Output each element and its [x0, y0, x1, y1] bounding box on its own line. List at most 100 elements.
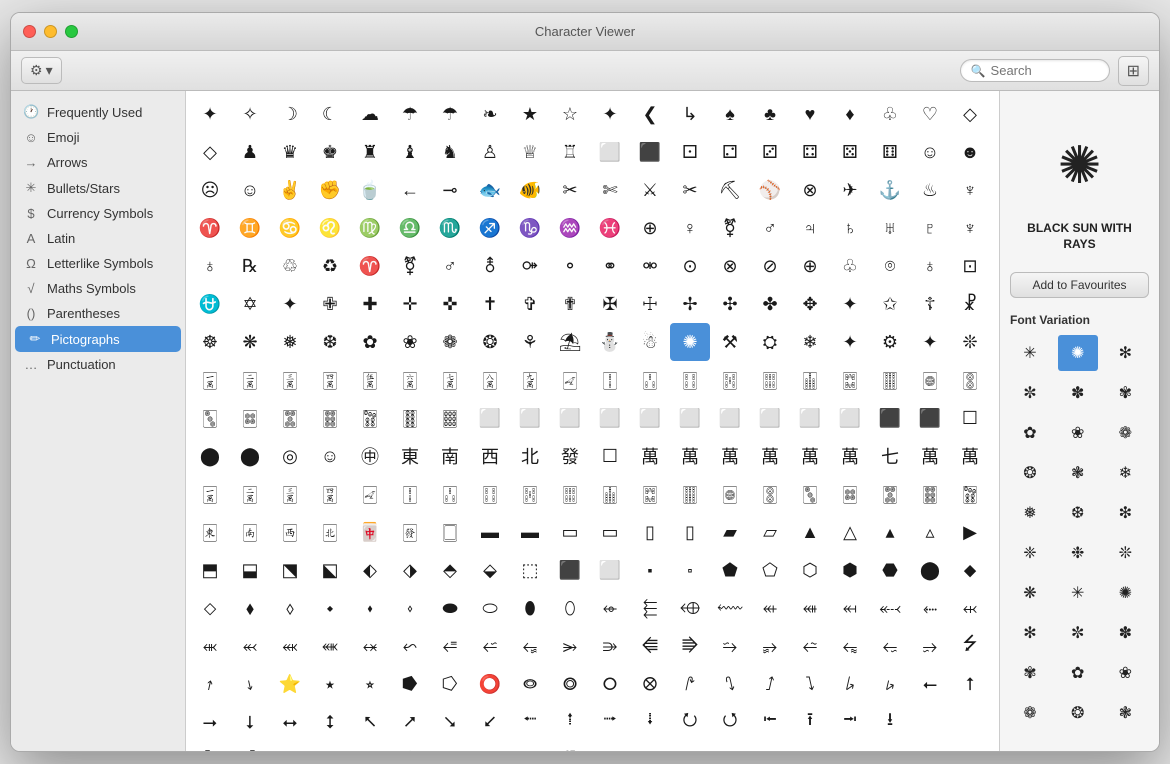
symbol-cell[interactable]: ⬔: [270, 551, 310, 589]
symbol-cell[interactable]: ▲: [790, 513, 830, 551]
symbol-cell[interactable]: ⭗: [550, 665, 590, 703]
symbol-cell[interactable]: ⭢: [190, 703, 230, 741]
symbol-cell[interactable]: ⬷: [870, 589, 910, 627]
symbol-cell[interactable]: ⬫: [390, 589, 430, 627]
symbol-cell[interactable]: ⚙: [870, 323, 910, 361]
symbol-cell[interactable]: 🀔: [710, 361, 750, 399]
font-variation-cell[interactable]: ❁: [1105, 415, 1145, 451]
symbol-cell[interactable]: ☽: [270, 95, 310, 133]
font-variation-cell[interactable]: ❇: [1105, 495, 1145, 531]
symbol-cell[interactable]: ♇: [910, 209, 950, 247]
symbol-cell[interactable]: ⭀: [430, 627, 470, 665]
symbol-cell[interactable]: 🀁: [230, 513, 270, 551]
symbol-cell[interactable]: ◇: [950, 95, 990, 133]
sidebar-item-bullets-stars[interactable]: ✳Bullets/Stars: [11, 175, 185, 201]
symbol-cell[interactable]: ✺: [670, 323, 710, 361]
font-variation-cell[interactable]: ❃: [1058, 455, 1098, 491]
symbol-cell[interactable]: ♦: [830, 95, 870, 133]
symbol-cell[interactable]: ▭: [590, 513, 630, 551]
sidebar-item-frequently-used[interactable]: 🕐Frequently Used: [11, 99, 185, 125]
symbol-cell[interactable]: 🀠: [390, 399, 430, 437]
sidebar-item-emoji[interactable]: ☺Emoji: [11, 125, 185, 150]
symbol-cell[interactable]: ⚒: [710, 323, 750, 361]
symbol-cell[interactable]: 🐠: [510, 171, 550, 209]
symbol-cell[interactable]: ⬢: [830, 551, 870, 589]
symbol-cell[interactable]: ⬼: [270, 627, 310, 665]
symbol-cell[interactable]: 北: [510, 437, 550, 475]
symbol-cell[interactable]: ♈: [190, 209, 230, 247]
symbol-cell[interactable]: ♌: [310, 209, 350, 247]
sidebar-item-letterlike-symbols[interactable]: ΩLetterlike Symbols: [11, 251, 185, 276]
symbol-cell[interactable]: ⮃: [710, 741, 750, 751]
symbol-cell[interactable]: ⬚: [510, 551, 550, 589]
symbol-cell[interactable]: 🀊: [310, 361, 350, 399]
symbol-cell[interactable]: 🀞: [310, 399, 350, 437]
symbol-cell[interactable]: ⚅: [870, 133, 910, 171]
symbol-cell[interactable]: 🀌: [390, 361, 430, 399]
symbol-cell[interactable]: ⬓: [230, 551, 270, 589]
symbol-cell[interactable]: ⬜: [710, 399, 750, 437]
symbol-cell[interactable]: ⭴: [910, 703, 950, 741]
font-variation-cell[interactable]: ❀: [1058, 415, 1098, 451]
font-variation-cell[interactable]: ✺: [1058, 335, 1098, 371]
symbol-cell[interactable]: ⭙: [630, 665, 670, 703]
sidebar-item-parentheses[interactable]: ()Parentheses: [11, 301, 185, 326]
symbol-cell[interactable]: ⭽: [470, 741, 510, 751]
symbol-cell[interactable]: ⬵: [790, 589, 830, 627]
symbol-cell[interactable]: ♃: [790, 209, 830, 247]
symbol-cell[interactable]: ⬜: [590, 399, 630, 437]
symbol-cell[interactable]: ✣: [710, 285, 750, 323]
symbol-cell[interactable]: ❀: [390, 323, 430, 361]
symbol-cell[interactable]: ⬲: [670, 589, 710, 627]
symbol-cell[interactable]: ✂: [670, 171, 710, 209]
symbol-cell[interactable]: ⬛: [870, 399, 910, 437]
symbol-cell[interactable]: ⭣: [230, 703, 270, 741]
symbol-cell[interactable]: ⭃: [550, 627, 590, 665]
symbol-cell[interactable]: ⮀: [590, 741, 630, 751]
symbol-cell[interactable]: ⬭: [470, 589, 510, 627]
symbol-cell[interactable]: ⬣: [870, 551, 910, 589]
symbol-cell[interactable]: ♒: [550, 209, 590, 247]
font-variation-cell[interactable]: ❃: [1105, 695, 1145, 731]
symbol-cell[interactable]: ✌: [270, 171, 310, 209]
symbol-cell[interactable]: 🀙: [910, 361, 950, 399]
symbol-cell[interactable]: ⬝: [630, 551, 670, 589]
symbol-cell[interactable]: ⭋: [870, 627, 910, 665]
symbol-cell[interactable]: ✊: [310, 171, 350, 209]
symbol-cell[interactable]: ⭍: [950, 627, 990, 665]
symbol-cell[interactable]: ◎: [270, 437, 310, 475]
symbol-cell[interactable]: ♍: [350, 209, 390, 247]
font-variation-cell[interactable]: ❀: [1105, 655, 1145, 691]
symbol-cell[interactable]: ☸: [190, 323, 230, 361]
symbol-cell[interactable]: ⭠: [910, 665, 950, 703]
symbol-cell[interactable]: ⮅: [790, 741, 830, 751]
symbol-cell[interactable]: ⬜: [510, 399, 550, 437]
symbol-cell[interactable]: 南: [430, 437, 470, 475]
symbol-cell[interactable]: 🀘: [670, 475, 710, 513]
symbol-cell[interactable]: ♞: [430, 133, 470, 171]
symbol-cell[interactable]: 萬: [950, 437, 990, 475]
symbol-cell[interactable]: ⬤: [230, 437, 270, 475]
symbol-cell[interactable]: ♂: [750, 209, 790, 247]
symbol-cell[interactable]: 萬: [830, 437, 870, 475]
symbol-cell[interactable]: 🀑: [590, 361, 630, 399]
symbol-cell[interactable]: 發: [550, 437, 590, 475]
symbol-cell[interactable]: 🀊: [310, 475, 350, 513]
symbol-cell[interactable]: ♙: [470, 133, 510, 171]
symbol-grid-area[interactable]: ✦✧☽☾☁☂☂❧★☆✦❮↳♠♣♥♦♧♡◇◇♟♛♚♜♝♞♙♕♖⬜⬛⚀⚁⚂⚃⚄⚅☺☻…: [186, 91, 999, 751]
symbol-cell[interactable]: ⭬: [590, 703, 630, 741]
symbol-cell[interactable]: ⭼: [430, 741, 470, 751]
symbol-cell[interactable]: ✿: [350, 323, 390, 361]
symbol-cell[interactable]: ⭄: [590, 627, 630, 665]
symbol-cell[interactable]: 🀉: [270, 475, 310, 513]
symbol-cell[interactable]: ❊: [950, 323, 990, 361]
symbol-cell[interactable]: ⮄: [750, 741, 790, 751]
symbol-cell[interactable]: ⬜: [470, 399, 510, 437]
symbol-cell[interactable]: ⭭: [630, 703, 670, 741]
symbol-cell[interactable]: ↳: [670, 95, 710, 133]
symbol-cell[interactable]: ☻: [950, 133, 990, 171]
symbol-cell[interactable]: ⬜: [590, 551, 630, 589]
symbol-cell[interactable]: ✦: [830, 323, 870, 361]
symbol-cell[interactable]: ♨: [910, 171, 950, 209]
symbol-cell[interactable]: 七: [870, 437, 910, 475]
